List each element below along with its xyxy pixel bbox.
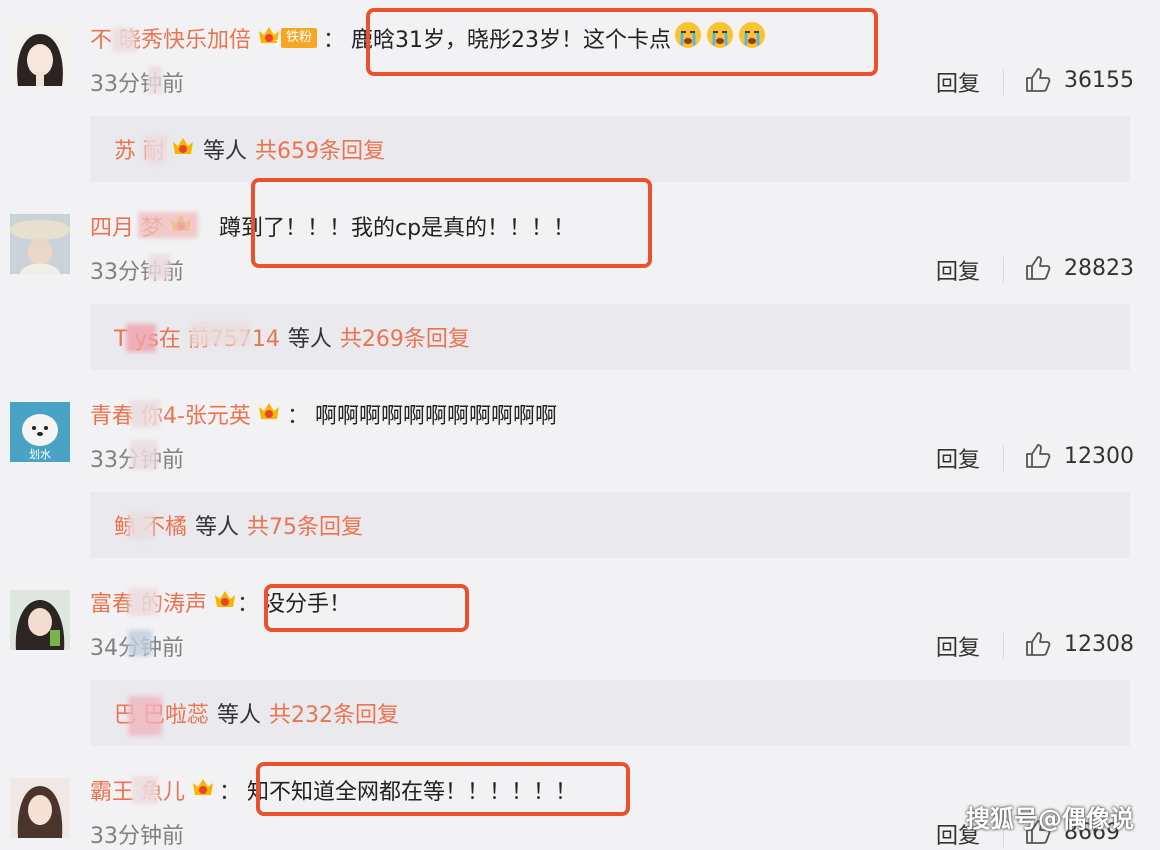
privacy-blur — [145, 134, 167, 164]
privacy-blur — [128, 696, 162, 736]
action-divider — [1003, 69, 1004, 95]
avatar-image — [10, 778, 70, 838]
action-divider — [1003, 257, 1004, 283]
separator-colon: ： — [219, 780, 242, 805]
crying-emoji-icon — [673, 20, 703, 56]
like-count: 28823 — [1064, 255, 1134, 281]
comment-text: 蹲到了！！！我的cp是真的！！！！ — [219, 216, 576, 241]
comment-header: 青春 你4-张元英 ： 啊啊啊啊啊啊啊啊啊啊啊 — [90, 394, 557, 434]
avatar[interactable] — [10, 26, 70, 86]
reply-button[interactable]: 回复 — [936, 442, 980, 474]
crown-badge-icon — [171, 134, 195, 164]
avatar[interactable]: 划水 — [10, 402, 70, 462]
privacy-blur — [112, 28, 136, 52]
privacy-blur — [138, 212, 198, 238]
reply-button[interactable]: 回复 — [936, 630, 980, 662]
thumbs-up-icon — [1026, 444, 1051, 468]
comment-text: 啊啊啊啊啊啊啊啊啊啊啊 — [314, 404, 557, 429]
reply-etc: 等人 — [203, 139, 248, 164]
reply-total-link[interactable]: 共659条回复 — [255, 133, 385, 165]
privacy-blur — [130, 440, 158, 470]
comment-header: 霸王 魚儿 ： 知不知道全网都在等！！！！！！ — [90, 770, 577, 810]
thumbs-up-icon — [1026, 256, 1051, 280]
privacy-blur — [148, 254, 170, 280]
reply-total-link[interactable]: 共75条回复 — [247, 509, 363, 541]
like-count: 12308 — [1064, 631, 1134, 657]
reply-etc: 等人 — [195, 515, 240, 540]
crying-emoji-icon — [737, 20, 767, 56]
like-button[interactable]: 36155 — [1024, 66, 1134, 94]
avatar[interactable] — [10, 214, 70, 274]
separator-colon: ： — [323, 28, 346, 53]
reply-summary[interactable]: 鲸 不橘 等人 共75条回复 — [90, 492, 1130, 558]
thumbs-up-icon — [1026, 68, 1051, 92]
privacy-blur — [128, 588, 158, 616]
avatar[interactable] — [10, 778, 70, 838]
reply-total-link[interactable]: 共269条回复 — [340, 321, 470, 353]
comment-header: 不 晓秀快乐加倍 2 铁粉 ： 鹿晗31岁，晓彤23岁！这个卡点 — [90, 18, 767, 58]
reply-etc: 等人 — [287, 327, 332, 352]
avatar-image — [10, 214, 70, 274]
avatar-image — [10, 26, 70, 86]
comment-text: 鹿晗31岁，晓彤23岁！这个卡点 — [351, 28, 672, 53]
comment-text: 没分手！ — [263, 592, 352, 617]
username-link[interactable]: 青春 你4-张元英 — [90, 398, 251, 430]
privacy-blur — [132, 776, 158, 804]
action-divider — [1003, 445, 1004, 471]
thumbs-up-icon — [1026, 632, 1051, 656]
privacy-blur — [128, 630, 152, 656]
watermark: 搜狐号@偶像说 — [966, 805, 1134, 833]
privacy-blur — [130, 400, 160, 428]
avatar-image — [10, 590, 70, 650]
privacy-blur — [126, 324, 156, 352]
timestamp: 33分钟前 — [90, 72, 184, 97]
privacy-blur — [128, 512, 154, 540]
comment-text: 知不知道全网都在等！！！！！！ — [247, 780, 578, 805]
fan-badge: 铁粉 — [281, 28, 318, 48]
like-button[interactable]: 12308 — [1024, 630, 1134, 658]
like-button[interactable]: 28823 — [1024, 254, 1134, 282]
like-count: 36155 — [1064, 67, 1134, 93]
reply-etc: 等人 — [217, 703, 262, 728]
like-button[interactable]: 12300 — [1024, 442, 1134, 470]
crying-emoji-icon — [705, 20, 735, 56]
reply-summary[interactable]: 苏 耐 等人 共659条回复 — [90, 116, 1130, 182]
timestamp: 33分钟前 — [90, 824, 184, 849]
privacy-blur — [190, 322, 250, 346]
reply-button[interactable]: 回复 — [936, 254, 980, 286]
reply-button[interactable]: 回复 — [936, 66, 980, 98]
crown-badge-icon: 2 — [257, 23, 281, 53]
separator-colon: ： — [237, 592, 260, 617]
privacy-blur — [148, 66, 162, 94]
avatar-caption: 划水 — [29, 448, 51, 461]
separator-colon: ： — [286, 404, 309, 429]
svg-text:2: 2 — [274, 39, 279, 47]
reply-total-link[interactable]: 共232条回复 — [269, 697, 399, 729]
action-divider — [1003, 633, 1004, 659]
reply-summary[interactable]: 巴 巴啦蕊 等人 共232条回复 — [90, 680, 1130, 746]
avatar-image: 划水 — [10, 402, 70, 462]
avatar[interactable] — [10, 590, 70, 650]
crown-badge-icon — [257, 399, 281, 429]
like-count: 12300 — [1064, 443, 1134, 469]
crown-badge-icon — [191, 775, 215, 805]
crown-badge-icon — [213, 587, 237, 617]
